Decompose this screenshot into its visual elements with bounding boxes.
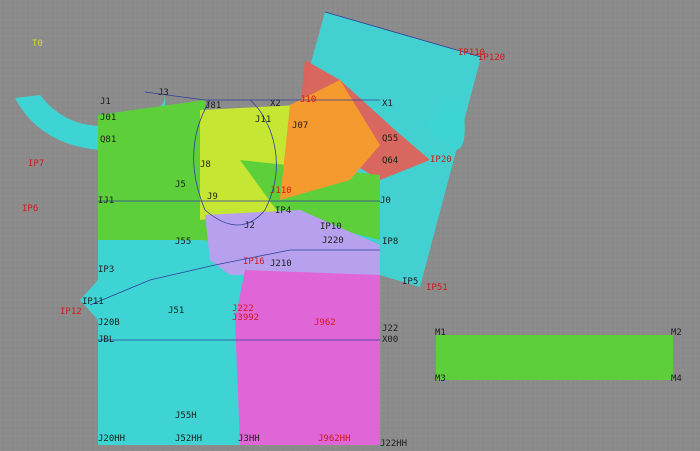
label-j01: J01 bbox=[100, 113, 116, 123]
label-jbl: JBL bbox=[98, 335, 114, 345]
label-j220: J220 bbox=[322, 236, 344, 246]
label-j55: J55 bbox=[175, 237, 191, 247]
label-x2: X2 bbox=[270, 99, 281, 109]
label-ip5: IP5 bbox=[402, 277, 418, 287]
label-j20hh: J20HH bbox=[98, 434, 125, 444]
label-q64: Q64 bbox=[382, 156, 398, 166]
label-j2: J2 bbox=[244, 221, 255, 231]
label-j51: J51 bbox=[168, 306, 184, 316]
label-j3992: J3992 bbox=[232, 313, 259, 323]
label-j962: J962 bbox=[314, 318, 336, 328]
label-ij1: IJ1 bbox=[98, 196, 114, 206]
label-j3: J3 bbox=[158, 88, 169, 98]
label-j3hh: J3HH bbox=[238, 434, 260, 444]
label-ip8: IP8 bbox=[382, 237, 398, 247]
label-j1: J1 bbox=[100, 97, 111, 107]
label-m2: M2 bbox=[671, 328, 682, 338]
label-j55h: J55H bbox=[175, 411, 197, 421]
label-q55: Q55 bbox=[382, 134, 398, 144]
label-j10-top: J10 bbox=[300, 95, 316, 105]
label-ip12: IP12 bbox=[60, 307, 82, 317]
label-j5: J5 bbox=[175, 180, 186, 190]
label-j22: J22 bbox=[382, 324, 398, 334]
panel-magenta[interactable] bbox=[235, 270, 380, 445]
label-ip20: IP20 bbox=[430, 155, 452, 165]
label-x1: X1 bbox=[382, 99, 393, 109]
label-ip6: IP6 bbox=[22, 204, 38, 214]
label-ip3: IP3 bbox=[98, 265, 114, 275]
label-ip10: IP10 bbox=[320, 222, 342, 232]
label-j8: J8 bbox=[200, 160, 211, 170]
label-j962hh: J962HH bbox=[318, 434, 351, 444]
label-j22hh: J22HH bbox=[380, 439, 407, 449]
label-ip7: IP7 bbox=[28, 159, 44, 169]
label-t0: T0 bbox=[32, 39, 43, 49]
label-m1: M1 bbox=[435, 328, 446, 338]
label-q81: Q81 bbox=[100, 135, 116, 145]
label-j81: J81 bbox=[205, 101, 221, 111]
panel-green-rect[interactable] bbox=[436, 335, 673, 380]
label-ip120: IP120 bbox=[478, 53, 505, 63]
label-j210: J210 bbox=[270, 259, 292, 269]
label-ip11: IP11 bbox=[82, 297, 104, 307]
pattern-canvas[interactable]: J1 J01 Q81 J3 J81 X2 X1 J11 J07 Q55 Q64 … bbox=[0, 0, 700, 451]
label-j20b: J20B bbox=[98, 318, 120, 328]
label-j9: J9 bbox=[207, 192, 218, 202]
label-ip4: IP4 bbox=[275, 206, 291, 216]
label-j110: J110 bbox=[270, 186, 292, 196]
label-j07: J07 bbox=[292, 121, 308, 131]
label-j0: J0 bbox=[380, 196, 391, 206]
label-m3: M3 bbox=[435, 374, 446, 384]
label-x00: X00 bbox=[382, 335, 398, 345]
label-ip16: IP16 bbox=[243, 257, 265, 267]
label-j52hh: J52HH bbox=[175, 434, 202, 444]
label-j11: J11 bbox=[255, 115, 271, 125]
label-m4: M4 bbox=[671, 374, 682, 384]
label-ip51: IP51 bbox=[426, 283, 448, 293]
